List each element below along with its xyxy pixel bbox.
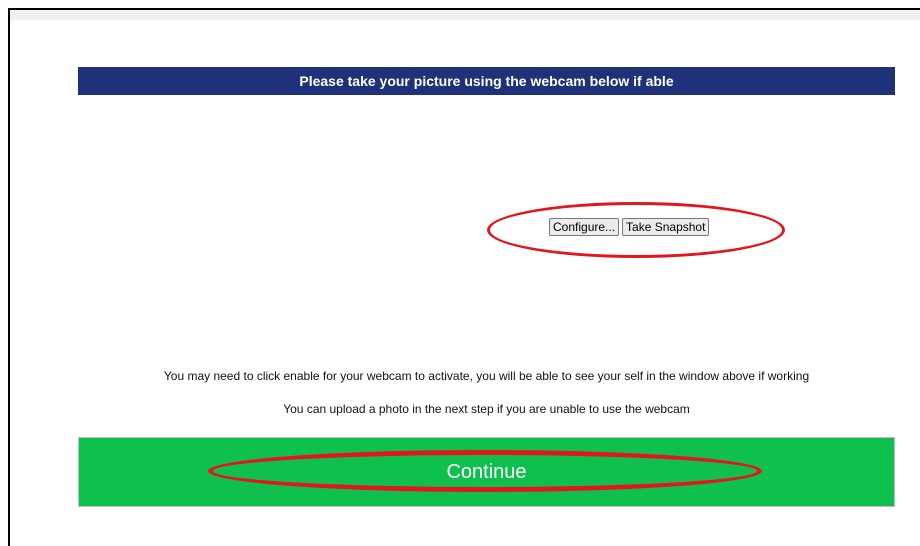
take-snapshot-button[interactable]: Take Snapshot xyxy=(622,218,710,236)
continue-button[interactable]: Continue xyxy=(78,437,895,507)
page-header: Please take your picture using the webca… xyxy=(78,67,895,95)
webcam-controls: Configure... Take Snapshot xyxy=(549,218,710,236)
upload-alternative-text: You can upload a photo in the next step … xyxy=(283,402,690,416)
page-title: Please take your picture using the webca… xyxy=(299,73,674,89)
top-strip xyxy=(10,10,920,20)
webcam-help-text: You may need to click enable for your we… xyxy=(163,369,810,383)
continue-label: Continue xyxy=(446,460,527,483)
configure-button[interactable]: Configure... xyxy=(549,218,620,236)
